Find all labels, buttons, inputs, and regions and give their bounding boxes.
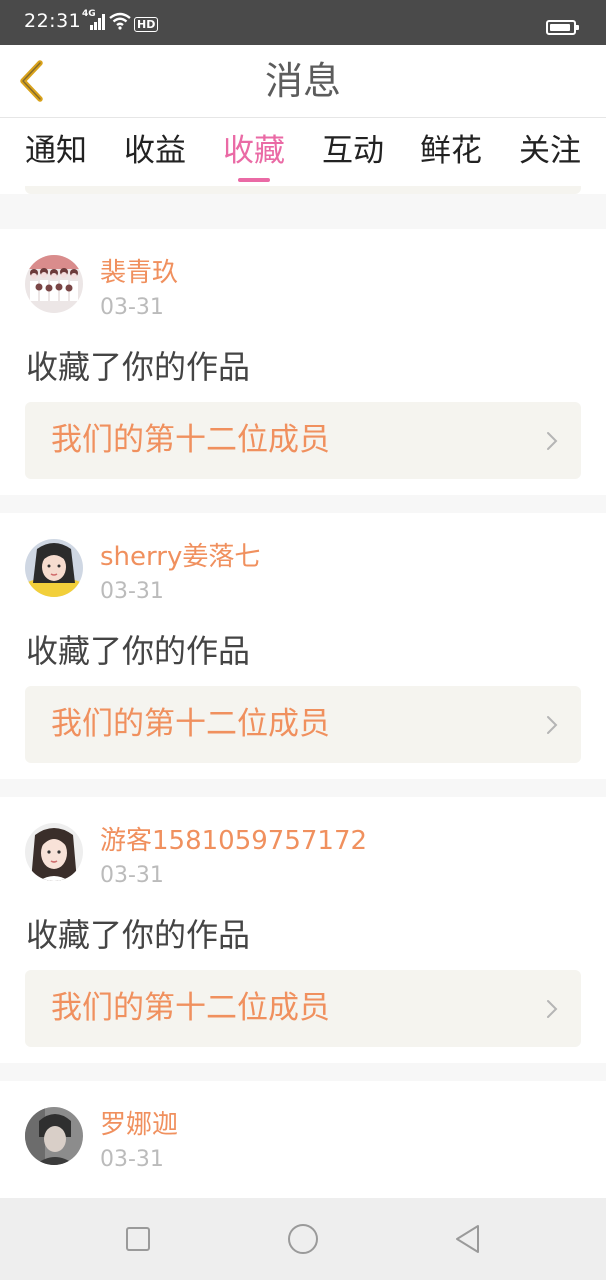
feed-card: 罗娜迦 03-31 [0,1081,606,1198]
triangle-back-icon[interactable] [451,1222,485,1256]
username[interactable]: 游客1581059757172 [100,823,367,859]
status-bar: 22:31 4G HD [0,0,606,45]
tab-interactions[interactable]: 互动 [318,131,388,171]
tab-flowers[interactable]: 鲜花 [416,131,486,171]
network-type-label: 4G [82,9,96,19]
timestamp: 03-31 [100,863,164,888]
work-link[interactable]: 我们的第十二位成员 [25,402,581,479]
status-time: 22:31 [24,10,82,32]
tab-earnings[interactable]: 收益 [120,131,190,171]
wifi-icon [109,12,131,30]
user-avatar[interactable] [25,1107,83,1165]
work-title: 我们的第十二位成员 [51,422,330,458]
feed-card: 裴青玖 03-31 收藏了你的作品 我们的第十二位成员 [0,229,606,495]
tab-bar: 通知 收益 收藏 互动 鲜花 关注 [0,118,606,194]
battery-icon [546,20,579,35]
user-avatar[interactable] [25,539,83,597]
work-link[interactable]: 我们的第十二位成员 [25,686,581,763]
username[interactable]: sherry姜落七 [100,539,260,575]
previous-card-edge [25,186,581,194]
user-avatar[interactable] [25,255,83,313]
chevron-right-icon [547,716,558,734]
action-text: 收藏了你的作品 [26,348,251,386]
system-nav-bar [0,1198,606,1280]
username[interactable]: 罗娜迦 [100,1107,178,1143]
square-icon[interactable] [121,1222,155,1256]
chevron-right-icon [547,1000,558,1018]
timestamp: 03-31 [100,295,164,320]
work-title: 我们的第十二位成员 [51,990,330,1026]
action-text: 收藏了你的作品 [26,916,251,954]
action-text: 收藏了你的作品 [26,632,251,670]
username[interactable]: 裴青玖 [100,255,178,291]
tab-follows[interactable]: 关注 [515,131,585,171]
tab-notifications[interactable]: 通知 [21,131,91,171]
page-title: 消息 [264,59,341,103]
app-header: 消息 [0,45,606,118]
cellular-signal-icon: 4G [82,9,105,32]
active-tab-indicator [238,178,270,182]
chevron-right-icon [547,432,558,450]
circle-icon[interactable] [286,1222,320,1256]
work-title: 我们的第十二位成员 [51,706,330,742]
tab-favorites[interactable]: 收藏 [219,131,289,171]
timestamp: 03-31 [100,1147,164,1172]
user-avatar[interactable] [25,823,83,881]
work-link[interactable]: 我们的第十二位成员 [25,970,581,1047]
feed-card: sherry姜落七 03-31 收藏了你的作品 我们的第十二位成员 [0,513,606,779]
hd-voice-badge: HD [134,17,159,32]
feed-card: 游客1581059757172 03-31 收藏了你的作品 我们的第十二位成员 [0,797,606,1063]
timestamp: 03-31 [100,579,164,604]
